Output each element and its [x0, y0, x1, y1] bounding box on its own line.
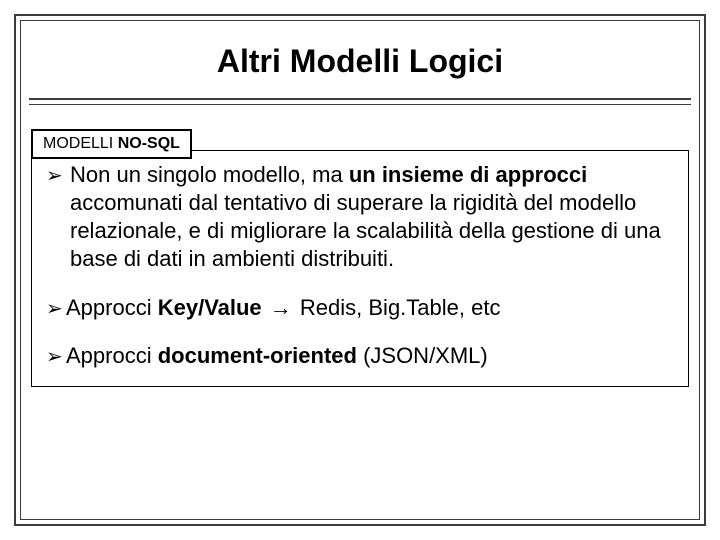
bullet-text-2: Approcci Key/Value → Redis, Big.Table, e…: [66, 294, 674, 322]
b1-bold: un insieme di approcci: [349, 162, 587, 187]
b3-post: (JSON/XML): [357, 343, 488, 368]
b3-bold: document-oriented: [158, 343, 357, 368]
b2-pre: Approcci: [66, 295, 158, 320]
bullet-text-3: Approcci document-oriented (JSON/XML): [66, 342, 674, 370]
b2-bold: Key/Value: [158, 295, 262, 320]
inner-frame: Altri Modelli Logici MODELLI NO-SQL ➢ No…: [20, 20, 700, 520]
content-box: ➢ Non un singolo modello, ma un insieme …: [31, 150, 689, 387]
section-label-bold: NO-SQL: [118, 135, 180, 152]
bullet-item-3: ➢ Approcci document-oriented (JSON/XML): [46, 342, 674, 370]
outer-frame: Altri Modelli Logici MODELLI NO-SQL ➢ No…: [14, 14, 706, 526]
title-divider: [29, 98, 691, 105]
inline-arrow-icon: →: [262, 295, 300, 320]
slide: Altri Modelli Logici MODELLI NO-SQL ➢ No…: [0, 0, 720, 540]
b1-pre: Non un singolo modello, ma: [70, 162, 349, 187]
b3-pre: Approcci: [66, 343, 158, 368]
section-label-prefix: MODELLI: [43, 135, 118, 152]
b1-post: accomunati dal tentativo di superare la …: [70, 190, 661, 271]
bullet-item-2: ➢ Approcci Key/Value → Redis, Big.Table,…: [46, 294, 674, 322]
bullet-item-1: ➢ Non un singolo modello, ma un insieme …: [46, 161, 674, 274]
b2-post: Redis, Big.Table, etc: [300, 295, 501, 320]
bullet-text-1: Non un singolo modello, ma un insieme di…: [70, 161, 674, 274]
bullet-arrow-icon: ➢: [46, 161, 70, 189]
section-label-box: MODELLI NO-SQL: [31, 129, 192, 159]
slide-title: Altri Modelli Logici: [21, 43, 699, 80]
